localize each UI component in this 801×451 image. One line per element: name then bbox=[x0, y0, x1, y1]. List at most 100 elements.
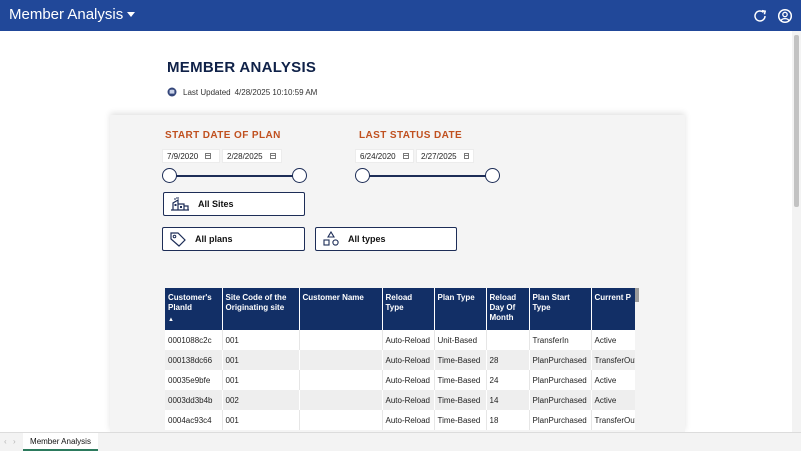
column-header-reload-day[interactable]: Reload Day Of Month bbox=[486, 288, 530, 330]
table-cell: Unit-Based bbox=[434, 330, 487, 350]
start-date-to-value: 2/28/2025 bbox=[227, 151, 263, 161]
last-updated-value: 4/28/2025 10:10:59 AM bbox=[234, 87, 318, 97]
table-cell: 001 bbox=[222, 410, 300, 430]
table-cell bbox=[299, 350, 383, 370]
table-cell: 0001088c2c bbox=[165, 330, 223, 350]
table-cell: 28 bbox=[486, 350, 530, 370]
tab-next-icon[interactable]: › bbox=[13, 437, 16, 446]
table-cell: 000138dc66 bbox=[165, 350, 223, 370]
table-cell: Auto-Reload bbox=[382, 410, 435, 430]
table-row[interactable]: 0001088c2c 001 Auto-Reload Unit-Based Tr… bbox=[165, 330, 635, 350]
page-scrollbar-thumb[interactable] bbox=[794, 35, 799, 207]
table-cell: PlanPurchased bbox=[529, 410, 592, 430]
table-row[interactable]: 0004ac93c4 001 Auto-Reload Time-Based 18… bbox=[165, 410, 635, 430]
column-header-site-code[interactable]: Site Code of the Originating site bbox=[222, 288, 300, 330]
tab-prev-icon[interactable]: ‹ bbox=[4, 437, 7, 446]
table-row[interactable]: 000138dc66 001 Auto-Reload Time-Based 28… bbox=[165, 350, 635, 370]
types-filter-button[interactable]: All types bbox=[315, 227, 457, 251]
calendar-icon[interactable] bbox=[402, 153, 409, 159]
caret-down-icon bbox=[127, 12, 136, 17]
table-cell: Auto-Reload bbox=[382, 350, 435, 370]
last-status-date-to-value: 2/27/2025 bbox=[421, 151, 457, 161]
table-cell bbox=[299, 410, 383, 430]
start-date-slider-track bbox=[169, 175, 300, 177]
plans-filter-label: All plans bbox=[195, 234, 233, 244]
last-status-date-slider-max-handle[interactable] bbox=[485, 168, 500, 183]
calendar-icon[interactable] bbox=[269, 153, 276, 159]
sites-filter-button[interactable]: All Sites bbox=[163, 192, 305, 216]
table-header-row: Customer's PlanId ▲ Site Code of the Ori… bbox=[165, 288, 635, 330]
column-header-reload-type[interactable]: Reload Type bbox=[382, 288, 435, 330]
table-cell bbox=[486, 330, 530, 350]
table-cell: 24 bbox=[486, 370, 530, 390]
page-tab-bar: ‹ › Member Analysis bbox=[0, 432, 801, 451]
page-scrollbar[interactable] bbox=[792, 31, 801, 432]
table-cell: 18 bbox=[486, 410, 530, 430]
table-cell: PlanPurchased bbox=[529, 370, 592, 390]
table-cell: Auto-Reload bbox=[382, 390, 435, 410]
start-date-to[interactable]: 2/28/2025 bbox=[222, 149, 282, 163]
table-cell bbox=[299, 330, 383, 350]
types-filter-label: All types bbox=[348, 234, 386, 244]
page-title: MEMBER ANALYSIS bbox=[167, 59, 317, 76]
column-header-customer-name[interactable]: Customer Name bbox=[299, 288, 383, 330]
start-date-from[interactable]: 7/9/2020 bbox=[162, 149, 220, 163]
calendar-icon[interactable] bbox=[463, 153, 469, 159]
table-cell: 002 bbox=[222, 390, 300, 410]
table-cell: Active bbox=[591, 370, 635, 390]
last-status-date-slider[interactable] bbox=[355, 168, 500, 184]
table-cell: Auto-Reload bbox=[382, 370, 435, 390]
table-cell: Time-Based bbox=[434, 370, 487, 390]
user-account-icon[interactable] bbox=[777, 8, 793, 24]
tab-member-analysis[interactable]: Member Analysis bbox=[23, 433, 98, 451]
start-date-slider-max-handle[interactable] bbox=[292, 168, 307, 183]
column-header-current-status[interactable]: Current P bbox=[591, 288, 635, 330]
last-updated: Last Updated 4/28/2025 10:10:59 AM bbox=[167, 87, 317, 97]
table-row[interactable]: 00035e9bfe 001 Auto-Reload Time-Based 24… bbox=[165, 370, 635, 390]
last-status-date-to[interactable]: 2/27/2025 bbox=[416, 149, 474, 163]
start-date-slider-min-handle[interactable] bbox=[162, 168, 177, 183]
app-title: Member Analysis bbox=[9, 6, 124, 23]
table-cell: 14 bbox=[486, 390, 530, 410]
refresh-icon[interactable] bbox=[752, 8, 768, 24]
column-header-plan-type[interactable]: Plan Type bbox=[434, 288, 487, 330]
app-title-dropdown[interactable]: Member Analysis bbox=[9, 6, 136, 23]
member-table: Customer's PlanId ▲ Site Code of the Ori… bbox=[165, 288, 635, 432]
start-date-from-value: 7/9/2020 bbox=[167, 151, 199, 161]
start-date-title: START DATE OF PLAN bbox=[165, 130, 281, 141]
column-header-label: Customer's PlanId bbox=[168, 293, 212, 312]
last-status-date-title: LAST STATUS DATE bbox=[359, 130, 463, 141]
last-status-date-from[interactable]: 6/24/2020 bbox=[355, 149, 414, 163]
table-cell: Auto-Reload bbox=[382, 330, 435, 350]
last-status-date-from-value: 6/24/2020 bbox=[360, 151, 396, 161]
sites-filter-label: All Sites bbox=[198, 199, 234, 209]
tag-icon bbox=[170, 232, 186, 247]
table-cell: 00035e9bfe bbox=[165, 370, 223, 390]
table-cell: Active bbox=[591, 330, 635, 350]
calendar-icon[interactable] bbox=[205, 153, 212, 159]
table-cell: Time-Based bbox=[434, 390, 487, 410]
shapes-icon bbox=[323, 231, 339, 246]
table-cell: Active bbox=[591, 390, 635, 410]
table-cell: TransferOut bbox=[591, 350, 635, 370]
plans-filter-button[interactable]: All plans bbox=[162, 227, 305, 251]
table-cell: TransferOut bbox=[591, 410, 635, 430]
table-cell: 001 bbox=[222, 330, 300, 350]
table-cell: 001 bbox=[222, 350, 300, 370]
table-cell: Time-Based bbox=[434, 350, 487, 370]
table-scrollbar-thumb[interactable] bbox=[635, 288, 639, 302]
table-cell: 001 bbox=[222, 370, 300, 390]
last-status-date-slider-min-handle[interactable] bbox=[355, 168, 370, 183]
database-icon bbox=[167, 87, 177, 97]
sort-ascending-icon[interactable]: ▲ bbox=[168, 315, 219, 325]
building-icon bbox=[171, 197, 189, 211]
table-cell: TransferIn bbox=[529, 330, 592, 350]
table-cell bbox=[299, 390, 383, 410]
start-date-slider[interactable] bbox=[162, 168, 307, 184]
table-cell: 0003dd3b4b bbox=[165, 390, 223, 410]
column-header-plan-start-type[interactable]: Plan Start Type bbox=[529, 288, 592, 330]
last-updated-label: Last Updated bbox=[183, 87, 231, 97]
column-header-planid[interactable]: Customer's PlanId ▲ bbox=[165, 288, 223, 330]
table-row[interactable]: 0003dd3b4b 002 Auto-Reload Time-Based 14… bbox=[165, 390, 635, 410]
app-header-bar: Member Analysis bbox=[0, 0, 801, 31]
